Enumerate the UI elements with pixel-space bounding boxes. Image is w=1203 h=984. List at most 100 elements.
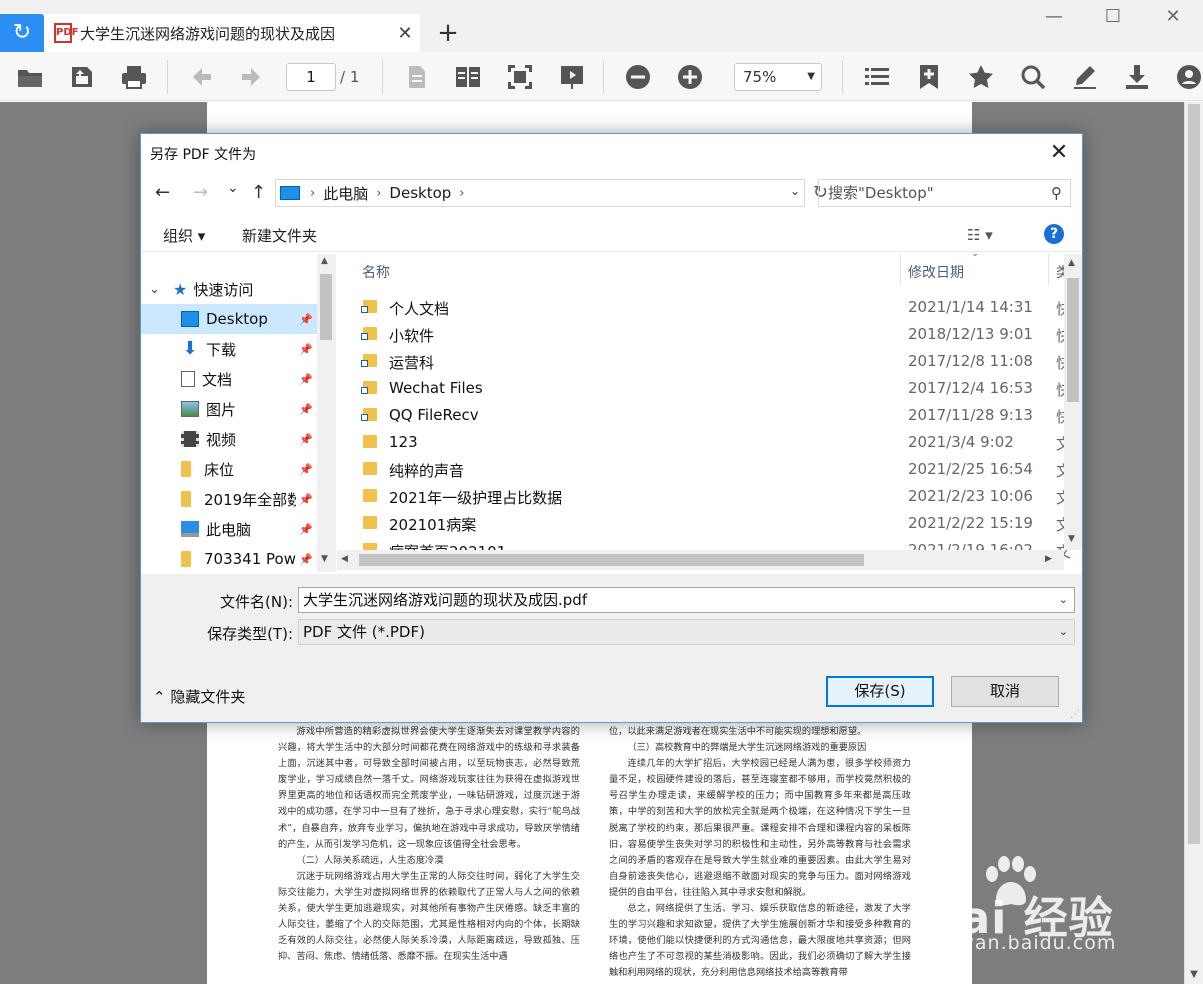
app-logo-icon[interactable]: ↻ bbox=[0, 14, 44, 52]
scroll-down-icon[interactable]: ▼ bbox=[1187, 969, 1201, 980]
file-row[interactable]: 202101病案2021/2/22 15:19文 bbox=[337, 510, 1071, 537]
print-icon[interactable] bbox=[119, 62, 149, 92]
single-page-icon[interactable] bbox=[402, 62, 432, 92]
navigation-scrollbar[interactable]: ▲ ▼ bbox=[317, 254, 336, 572]
account-icon[interactable] bbox=[1174, 62, 1203, 92]
column-divider[interactable] bbox=[1048, 254, 1049, 286]
organize-button[interactable]: 组织 ▾ bbox=[163, 225, 205, 246]
nav-item-downloads[interactable]: ⬇ 下载 📌 bbox=[141, 334, 317, 364]
nav-item-folder[interactable]: 2019年全部数 📌 bbox=[141, 484, 317, 514]
outline-icon[interactable] bbox=[862, 62, 892, 92]
file-list-vscrollbar[interactable]: ▲ ▼ bbox=[1064, 254, 1082, 550]
favorite-icon[interactable] bbox=[966, 62, 996, 92]
file-list-hscrollbar[interactable]: ◀ ▶ bbox=[337, 550, 1064, 570]
tab-close-icon[interactable]: ✕ bbox=[390, 23, 420, 44]
breadcrumb-desktop[interactable]: Desktop bbox=[389, 184, 451, 202]
up-arrow-icon[interactable]: ↑ bbox=[251, 182, 266, 203]
navigation-scrollbar-thumb[interactable] bbox=[320, 274, 332, 340]
search-icon[interactable] bbox=[1018, 62, 1048, 92]
nav-item-folder[interactable]: 703341 Pow 📌 bbox=[141, 544, 317, 572]
document-tab[interactable]: PDF 大学生沉迷网络游戏问题的现状及成因 ✕ bbox=[44, 14, 420, 52]
chevron-down-icon[interactable]: ⌄ bbox=[1059, 588, 1068, 612]
file-list-vscrollbar-thumb[interactable] bbox=[1067, 278, 1079, 402]
back-arrow-icon[interactable]: ← bbox=[155, 182, 170, 203]
pin-icon: 📌 bbox=[299, 522, 313, 536]
navigation-pane[interactable]: ⌄ ★ 快速访问 Desktop 📌 ⬇ 下载 📌 文档 📌 图片 📌 视频 � bbox=[141, 254, 336, 572]
file-date: 2017/12/8 11:08 bbox=[908, 352, 1033, 370]
nav-item-this-pc[interactable]: 此电脑 📌 bbox=[141, 514, 317, 544]
save-button[interactable]: 保存(S) bbox=[826, 676, 934, 707]
recent-locations-icon[interactable]: ⌄ bbox=[227, 180, 239, 196]
resize-grip-icon[interactable]: ⋰ bbox=[1070, 709, 1080, 720]
filename-input[interactable]: 大学生沉迷网络游戏问题的现状及成因.pdf ⌄ bbox=[298, 587, 1075, 613]
presentation-icon[interactable] bbox=[557, 62, 587, 92]
hide-folders-toggle[interactable]: ⌃ 隐藏文件夹 bbox=[153, 686, 245, 707]
save-icon[interactable] bbox=[67, 62, 97, 92]
close-window-button[interactable]: ✕ bbox=[1150, 2, 1196, 32]
next-page-icon[interactable] bbox=[237, 62, 267, 92]
scroll-down-icon[interactable]: ▼ bbox=[1068, 534, 1075, 544]
annotate-icon[interactable] bbox=[1070, 62, 1100, 92]
toolbar-separator bbox=[382, 60, 383, 94]
file-row[interactable]: Wechat Files2017/12/4 16:53快 bbox=[337, 375, 1071, 402]
column-name[interactable]: 名称 bbox=[362, 262, 390, 282]
maximize-button[interactable]: ☐ bbox=[1090, 2, 1136, 32]
chevron-down-icon: ⌄ bbox=[1058, 625, 1068, 638]
zoom-in-icon[interactable] bbox=[675, 62, 705, 92]
zoom-out-icon[interactable] bbox=[623, 62, 653, 92]
page-number-input[interactable]: 1 bbox=[286, 63, 336, 91]
this-pc-icon bbox=[280, 186, 300, 200]
scroll-up-icon[interactable]: ▲ bbox=[1068, 258, 1075, 268]
expand-chevron-icon[interactable]: ⌄ bbox=[149, 282, 163, 297]
nav-item-folder[interactable]: 床位 📌 bbox=[141, 454, 317, 484]
download-icon[interactable] bbox=[1122, 62, 1152, 92]
file-date: 2017/12/4 16:53 bbox=[908, 379, 1033, 397]
filename-label: 文件名(N): bbox=[220, 593, 293, 611]
open-icon[interactable] bbox=[15, 62, 45, 92]
file-row[interactable]: 纯粹的声音2021/2/25 16:54文 bbox=[337, 456, 1071, 483]
scroll-up-icon[interactable]: ▲ bbox=[321, 256, 328, 266]
file-row[interactable]: 2021年一级护理占比数据2021/2/23 10:06文 bbox=[337, 483, 1071, 510]
tab-title: 大学生沉迷网络游戏问题的现状及成因 bbox=[80, 24, 336, 43]
column-divider[interactable] bbox=[900, 254, 901, 286]
new-tab-button[interactable]: + bbox=[434, 18, 462, 48]
file-list[interactable]: 名称 修改日期 ⌄ 类 个人文档2021/1/14 14:31快小软件2018/… bbox=[337, 254, 1082, 572]
fit-page-icon[interactable] bbox=[505, 62, 535, 92]
view-options-icon[interactable]: ☷ ▾ bbox=[967, 226, 993, 244]
scroll-left-icon[interactable]: ◀ bbox=[341, 554, 348, 564]
address-dropdown-icon[interactable]: ⌄ bbox=[790, 184, 800, 198]
cancel-button[interactable]: 取消 bbox=[951, 676, 1059, 707]
nav-item-documents[interactable]: 文档 📌 bbox=[141, 364, 317, 394]
file-row[interactable]: QQ FileRecv2017/11/28 9:13快 bbox=[337, 402, 1071, 429]
viewer-scrollbar-thumb[interactable] bbox=[1188, 104, 1200, 844]
address-bar[interactable]: › 此电脑 › Desktop › ⌄ ↻ bbox=[275, 179, 828, 207]
file-row[interactable]: 小软件2018/12/13 9:01快 bbox=[337, 321, 1071, 348]
new-folder-button[interactable]: 新建文件夹 bbox=[242, 225, 317, 246]
file-list-header: 名称 修改日期 ⌄ 类 bbox=[337, 254, 1070, 286]
file-row[interactable]: 个人文档2021/1/14 14:31快 bbox=[337, 294, 1071, 321]
scroll-right-icon[interactable]: ▶ bbox=[1045, 554, 1052, 564]
filetype-select[interactable]: PDF 文件 (*.PDF) ⌄ bbox=[298, 619, 1075, 645]
nav-item-pictures[interactable]: 图片 📌 bbox=[141, 394, 317, 424]
nav-item-desktop[interactable]: Desktop 📌 bbox=[141, 304, 317, 334]
nav-item-videos[interactable]: 视频 📌 bbox=[141, 424, 317, 454]
column-modified[interactable]: 修改日期 bbox=[908, 262, 964, 282]
dialog-close-button[interactable]: ✕ bbox=[1044, 138, 1074, 168]
minimize-button[interactable]: — bbox=[1031, 2, 1077, 32]
shortcut-arrow-icon bbox=[361, 333, 368, 340]
prev-page-icon[interactable] bbox=[186, 62, 216, 92]
file-row[interactable]: 运营科2017/12/8 11:08快 bbox=[337, 348, 1071, 375]
zoom-select[interactable]: 75% ▼ bbox=[734, 63, 822, 91]
file-row[interactable]: 1232021/3/4 9:02文 bbox=[337, 429, 1071, 456]
help-icon[interactable]: ? bbox=[1044, 224, 1064, 244]
folder-icon bbox=[363, 462, 377, 475]
add-bookmark-icon[interactable] bbox=[914, 62, 944, 92]
search-input[interactable]: 搜索"Desktop" ⚲ bbox=[818, 179, 1071, 207]
file-date: 2018/12/13 9:01 bbox=[908, 325, 1033, 343]
forward-arrow-icon[interactable]: → bbox=[193, 182, 208, 203]
scroll-down-icon[interactable]: ▼ bbox=[321, 554, 328, 564]
two-page-icon[interactable] bbox=[453, 62, 483, 92]
nav-quick-access[interactable]: ⌄ ★ 快速访问 bbox=[141, 274, 317, 304]
breadcrumb-this-pc[interactable]: 此电脑 bbox=[323, 183, 368, 204]
file-list-hscrollbar-thumb[interactable] bbox=[359, 554, 864, 566]
